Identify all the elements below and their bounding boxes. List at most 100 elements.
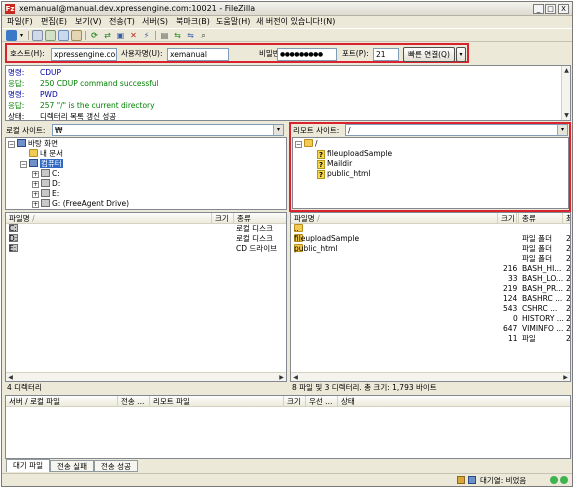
column-status[interactable]: 상태 <box>338 396 570 407</box>
column-filename[interactable]: 파일명 / <box>291 213 517 224</box>
scroll-up-icon[interactable]: ▲ <box>562 66 570 75</box>
host-input[interactable]: xpressengine.com <box>51 48 117 61</box>
collapse-icon[interactable]: − <box>8 141 15 148</box>
table-row[interactable]: 33 BASH_LO... 2 <box>291 274 570 284</box>
column-priority[interactable]: 우선 ... <box>306 396 338 407</box>
menu-bookmarks[interactable]: 북마크(B) <box>176 17 210 27</box>
table-row[interactable]: public_html 파일 폴더 2 <box>291 244 570 254</box>
collapse-icon[interactable]: − <box>295 141 302 148</box>
table-row[interactable]: 파일 폴더 2 <box>291 254 570 264</box>
expand-icon[interactable]: + <box>32 171 39 178</box>
table-row[interactable]: fileuploadSample 파일 폴더 2 <box>291 234 570 244</box>
maximize-button[interactable]: □ <box>545 4 556 14</box>
message-log-icon[interactable] <box>32 30 43 41</box>
column-size[interactable]: 크기 <box>212 213 234 224</box>
remote-path-dropdown-icon[interactable]: ▾ <box>557 125 567 135</box>
menu-view[interactable]: 보기(V) <box>75 17 101 27</box>
table-row[interactable]: .. <box>291 224 570 234</box>
table-row[interactable]: 216 BASH_HI... 2 <box>291 264 570 274</box>
scroll-right-icon[interactable]: ▶ <box>277 373 286 381</box>
tree-node-desktop[interactable]: − 바탕 화면 <box>8 139 58 149</box>
tab-queued-files[interactable]: 대기 파일 <box>6 459 50 472</box>
table-row[interactable]: 0 HISTORY ... 2 <box>291 314 570 324</box>
tree-node-computer[interactable]: − 컴퓨터 <box>20 159 63 169</box>
menu-edit[interactable]: 편집(E) <box>41 17 67 27</box>
column-size[interactable]: 크기 <box>284 396 306 407</box>
dropdown-arrow-icon[interactable]: ▾ <box>18 30 25 41</box>
table-row[interactable]: 543 CSHRC ... 2 <box>291 304 570 314</box>
expand-icon[interactable]: + <box>32 181 39 188</box>
tree-node-fileuploadsample[interactable]: ? fileuploadSample <box>317 149 392 159</box>
reconnect-icon[interactable]: ⚡ <box>141 30 152 41</box>
tree-node-root[interactable]: − / <box>295 139 318 149</box>
local-tree-icon[interactable] <box>45 30 56 41</box>
menu-new-version[interactable]: 새 버전이 있습니다!(N) <box>256 17 335 27</box>
search-icon[interactable]: ⌕ <box>198 30 209 41</box>
expand-icon[interactable]: + <box>32 191 39 198</box>
port-input[interactable]: 21 <box>373 48 399 61</box>
password-input[interactable]: ●●●●●●●●● <box>277 48 337 61</box>
scroll-left-icon[interactable]: ◀ <box>6 373 15 381</box>
scroll-right-icon[interactable]: ▶ <box>561 373 570 381</box>
minimize-button[interactable]: _ <box>533 4 544 14</box>
username-input[interactable]: xemanual <box>167 48 229 61</box>
tree-node-drive-c[interactable]: + C: <box>32 169 60 179</box>
tree-node-documents[interactable]: 내 문서 <box>29 149 63 159</box>
compare-icon[interactable]: ⇆ <box>172 30 183 41</box>
menu-help[interactable]: 도움말(H) <box>216 17 250 27</box>
column-remote-file[interactable]: 리모트 파일 <box>150 396 284 407</box>
tree-node-label: 내 문서 <box>40 149 64 158</box>
column-type[interactable]: 종류 <box>234 213 286 224</box>
table-row[interactable]: 219 BASH_PR... 2 <box>291 284 570 294</box>
column-filename[interactable]: 파일명 / <box>6 213 212 224</box>
title-bar[interactable]: Fz xemanual@manual.dev.xpressengine.com:… <box>2 2 572 16</box>
scroll-down-icon[interactable]: ▼ <box>562 111 570 120</box>
tree-node-drive-g[interactable]: + G: (FreeAgent Drive) <box>32 199 129 209</box>
table-row[interactable]: C: 로컬 디스크 <box>6 224 286 234</box>
table-row[interactable]: 124 BASHRC ... 2 <box>291 294 570 304</box>
menu-server[interactable]: 서버(S) <box>142 17 168 27</box>
tree-node-drive-e[interactable]: + E: <box>32 189 59 199</box>
column-direction[interactable]: 전송 ... <box>118 396 150 407</box>
table-row[interactable]: 647 VIMINFO ... 2 <box>291 324 570 334</box>
refresh-icon[interactable]: ⟳ <box>89 30 100 41</box>
tab-failed-transfers[interactable]: 전송 실패 <box>50 460 94 472</box>
scroll-left-icon[interactable]: ◀ <box>291 373 300 381</box>
tree-node-drive-d[interactable]: + D: <box>32 179 60 189</box>
menu-file[interactable]: 파일(F) <box>7 17 33 27</box>
local-status-text: 4 디렉터리 <box>7 383 42 392</box>
table-row[interactable]: D: 로컬 디스크 <box>6 234 286 244</box>
filter-icon[interactable]: ▤ <box>159 30 170 41</box>
sync-browse-icon[interactable]: ⇋ <box>185 30 196 41</box>
tree-node-maildir[interactable]: ? Maildir <box>317 159 352 169</box>
cancel-icon[interactable]: ▣ <box>115 30 126 41</box>
menu-transfer[interactable]: 전송(T) <box>109 17 135 27</box>
remote-site-path-input[interactable]: / <box>345 124 568 136</box>
close-button[interactable]: X <box>558 4 569 14</box>
log-scrollbar[interactable]: ▲ ▼ <box>561 66 570 120</box>
folder-icon <box>304 139 313 147</box>
queue-column-header: 서버 / 로컬 파일 전송 ... 리모트 파일 크기 우선 ... 상태 <box>6 396 570 407</box>
local-site-path-input[interactable]: ₩ <box>52 124 284 136</box>
remote-horizontal-scrollbar[interactable]: ◀ ▶ <box>291 372 570 381</box>
column-type[interactable]: 종류 <box>519 213 563 224</box>
column-server-local-file[interactable]: 서버 / 로컬 파일 <box>6 396 118 407</box>
table-row[interactable]: E: CD 드라이브 <box>6 244 286 254</box>
queue-icon[interactable] <box>71 30 82 41</box>
table-row[interactable]: 11 파일 2 <box>291 334 570 344</box>
site-manager-icon[interactable] <box>6 30 17 41</box>
tab-successful-transfers[interactable]: 전송 성공 <box>94 460 138 472</box>
remote-tree-icon[interactable] <box>58 30 69 41</box>
collapse-icon[interactable]: − <box>20 161 27 168</box>
expand-icon[interactable]: + <box>32 201 39 208</box>
desktop-icon <box>17 139 26 147</box>
quickconnect-dropdown-button[interactable]: ▾ <box>456 47 466 62</box>
local-path-dropdown-icon[interactable]: ▾ <box>273 125 283 135</box>
disconnect-icon[interactable]: ✕ <box>128 30 139 41</box>
process-queue-icon[interactable]: ⇄ <box>102 30 113 41</box>
local-horizontal-scrollbar[interactable]: ◀ ▶ <box>6 372 286 381</box>
column-size[interactable]: 크기 <box>497 213 519 224</box>
tree-node-public-html[interactable]: ? public_html <box>317 169 370 179</box>
quickconnect-button[interactable]: 빠른 연결(Q) <box>403 47 455 62</box>
column-modified[interactable]: 최 <box>563 213 570 224</box>
